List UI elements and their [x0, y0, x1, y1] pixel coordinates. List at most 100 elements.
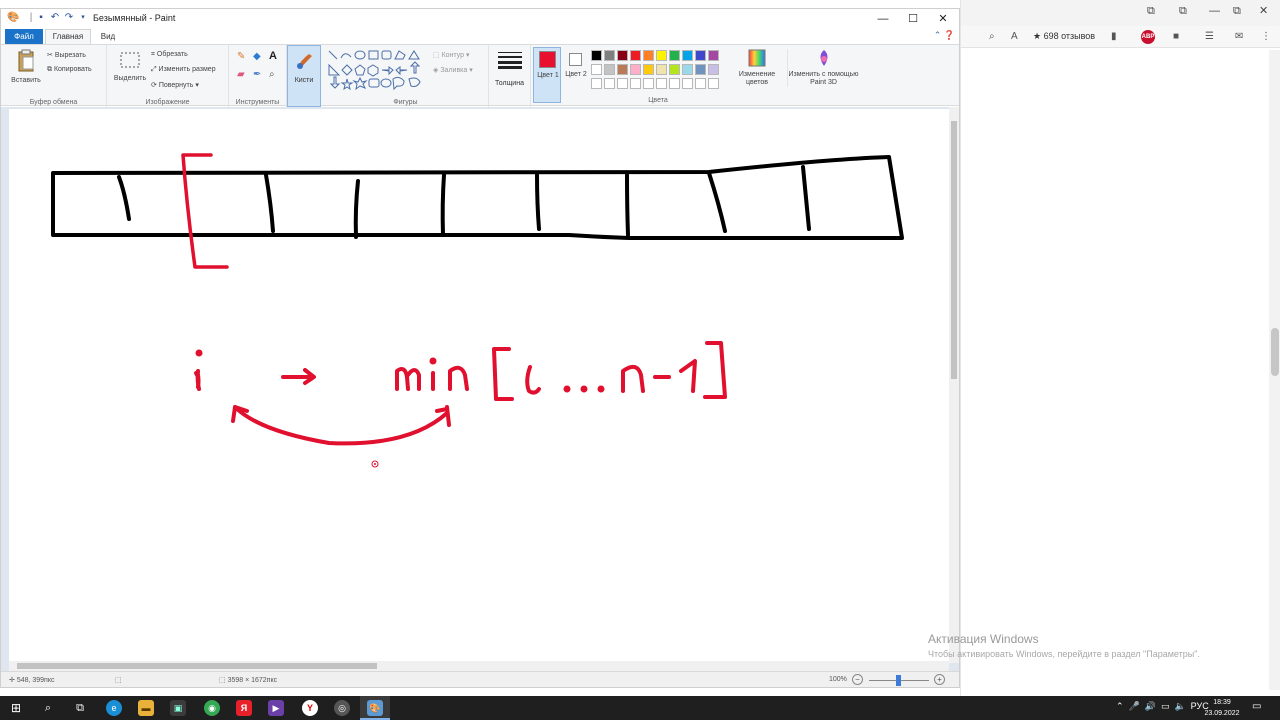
- vertical-scrollbar[interactable]: [949, 107, 959, 663]
- search-icon[interactable]: ⌕: [40, 700, 56, 716]
- size-button[interactable]: Толщина: [489, 45, 531, 107]
- palette-swatch[interactable]: [591, 78, 602, 89]
- notification-icon[interactable]: ▭: [1252, 701, 1261, 712]
- tab-file[interactable]: Файл: [5, 29, 43, 44]
- tab-view[interactable]: Вид: [93, 29, 123, 44]
- minimize-icon[interactable]: —: [1209, 4, 1220, 18]
- palette-swatch[interactable]: [708, 78, 719, 89]
- help-icon[interactable]: ⌃ ❓: [934, 30, 955, 41]
- eraser-icon[interactable]: ▰: [237, 69, 245, 80]
- outline-button[interactable]: ⬚ Контур ▾: [433, 51, 469, 59]
- maximize-button[interactable]: ☐: [899, 11, 927, 27]
- maximize-icon[interactable]: ⧉: [1233, 4, 1241, 18]
- zoom-out-button[interactable]: −: [852, 674, 863, 685]
- brushes-button[interactable]: Кисти: [287, 45, 321, 107]
- translate-icon[interactable]: A: [1011, 30, 1018, 44]
- palette-swatch[interactable]: [617, 64, 628, 75]
- vertical-scroll-thumb[interactable]: [951, 121, 957, 379]
- clock[interactable]: 18:39 23.09.2022: [1200, 697, 1244, 719]
- browser-scroll-thumb[interactable]: [1271, 328, 1279, 376]
- palette-swatch[interactable]: [708, 64, 719, 75]
- edge-icon[interactable]: e: [106, 700, 122, 716]
- palette-swatch[interactable]: [656, 78, 667, 89]
- zoom-slider-thumb[interactable]: [896, 675, 901, 686]
- palette-swatch[interactable]: [630, 64, 641, 75]
- undo-icon[interactable]: ↶: [49, 12, 61, 24]
- palette-swatch[interactable]: [604, 78, 615, 89]
- rotate-button[interactable]: ⟳ Повернуть ▾: [151, 81, 199, 89]
- collections-icon[interactable]: ☰: [1205, 30, 1214, 44]
- color1-button[interactable]: Цвет 1: [533, 47, 561, 103]
- search-icon[interactable]: ⌕: [989, 30, 995, 44]
- palette-swatch[interactable]: [695, 50, 706, 61]
- palette-swatch[interactable]: [643, 64, 654, 75]
- copy-button[interactable]: ⧉ Копировать: [47, 66, 92, 74]
- palette-swatch[interactable]: [656, 50, 667, 61]
- palette-swatch[interactable]: [604, 50, 615, 61]
- horizontal-scrollbar[interactable]: [9, 661, 949, 671]
- system-tray[interactable]: ⌃ 🎤 🔊 ▭ 🔈 РУС: [1116, 701, 1209, 712]
- palette-swatch[interactable]: [630, 78, 641, 89]
- shapes-gallery[interactable]: [327, 49, 425, 93]
- text-icon[interactable]: A: [269, 50, 277, 62]
- palette-swatch[interactable]: [695, 78, 706, 89]
- tab-home[interactable]: Главная: [45, 29, 91, 44]
- palette-swatch[interactable]: [695, 64, 706, 75]
- palette-swatch[interactable]: [591, 50, 602, 61]
- chrome-icon[interactable]: ◉: [204, 700, 220, 716]
- reviews-badge[interactable]: ★ 698 отзывов: [1033, 31, 1095, 42]
- yandex-browser-icon[interactable]: Y: [302, 700, 318, 716]
- yandex-icon[interactable]: Я: [236, 700, 252, 716]
- palette-swatch[interactable]: [669, 50, 680, 61]
- browser-scrollbar[interactable]: [1269, 50, 1280, 690]
- zoom-in-button[interactable]: +: [934, 674, 945, 685]
- close-button[interactable]: ✕: [929, 11, 957, 27]
- task-view-icon[interactable]: ⧉: [72, 700, 88, 716]
- restore-icon[interactable]: ⧉: [1147, 4, 1155, 18]
- palette-swatch[interactable]: [669, 78, 680, 89]
- bookmark-icon[interactable]: ▮: [1111, 30, 1117, 44]
- palette-swatch[interactable]: [708, 50, 719, 61]
- explorer-icon[interactable]: ▬: [138, 700, 154, 716]
- extension-icon[interactable]: ■: [1173, 30, 1179, 44]
- select-button[interactable]: Выделить: [111, 49, 149, 82]
- palette-swatch[interactable]: [682, 64, 693, 75]
- cut-button[interactable]: ✂ Вырезать: [47, 51, 86, 59]
- palette-swatch[interactable]: [604, 64, 615, 75]
- obs-icon[interactable]: ◎: [334, 700, 350, 716]
- minimize-button[interactable]: —: [869, 11, 897, 27]
- customize-qa-icon[interactable]: ▾: [77, 12, 89, 24]
- fill-button[interactable]: ◈ Заливка ▾: [433, 66, 473, 74]
- palette-swatch[interactable]: [617, 78, 628, 89]
- edit-colors-button[interactable]: Изменение цветов: [735, 49, 779, 87]
- palette-swatch[interactable]: [643, 78, 654, 89]
- magnifier-icon[interactable]: ⌕: [269, 69, 275, 80]
- horizontal-scroll-thumb[interactable]: [17, 663, 377, 669]
- drawing-canvas[interactable]: [9, 109, 949, 663]
- palette-swatch[interactable]: [617, 50, 628, 61]
- palette-swatch[interactable]: [669, 64, 680, 75]
- crop-button[interactable]: ⌗ Обрезать: [151, 51, 188, 59]
- palette-swatch[interactable]: [643, 50, 654, 61]
- color-picker-icon[interactable]: ✒: [253, 69, 261, 80]
- redo-icon[interactable]: ↷: [63, 12, 75, 24]
- color2-button[interactable]: Цвет 2: [563, 45, 589, 107]
- store-icon[interactable]: ▣: [170, 700, 186, 716]
- save-icon[interactable]: ▪: [35, 12, 47, 24]
- palette-swatch[interactable]: [682, 78, 693, 89]
- fill-icon[interactable]: ◆: [253, 51, 261, 62]
- paint-taskbar-icon[interactable]: 🎨: [367, 700, 383, 716]
- screenshot-icon[interactable]: ⧉: [1179, 4, 1187, 18]
- adblock-icon[interactable]: ABP: [1141, 30, 1155, 44]
- palette-swatch[interactable]: [682, 50, 693, 61]
- favorites-icon[interactable]: ✉: [1235, 30, 1243, 44]
- palette-swatch[interactable]: [591, 64, 602, 75]
- menu-icon[interactable]: ⋮: [1261, 30, 1271, 44]
- pencil-icon[interactable]: ✎: [237, 51, 245, 62]
- close-icon[interactable]: ✕: [1259, 4, 1268, 18]
- paste-button[interactable]: Вставить: [7, 49, 45, 84]
- visual-studio-icon[interactable]: ▶: [268, 700, 284, 716]
- start-icon[interactable]: ⊞: [8, 700, 24, 716]
- palette-swatch[interactable]: [630, 50, 641, 61]
- palette-swatch[interactable]: [656, 64, 667, 75]
